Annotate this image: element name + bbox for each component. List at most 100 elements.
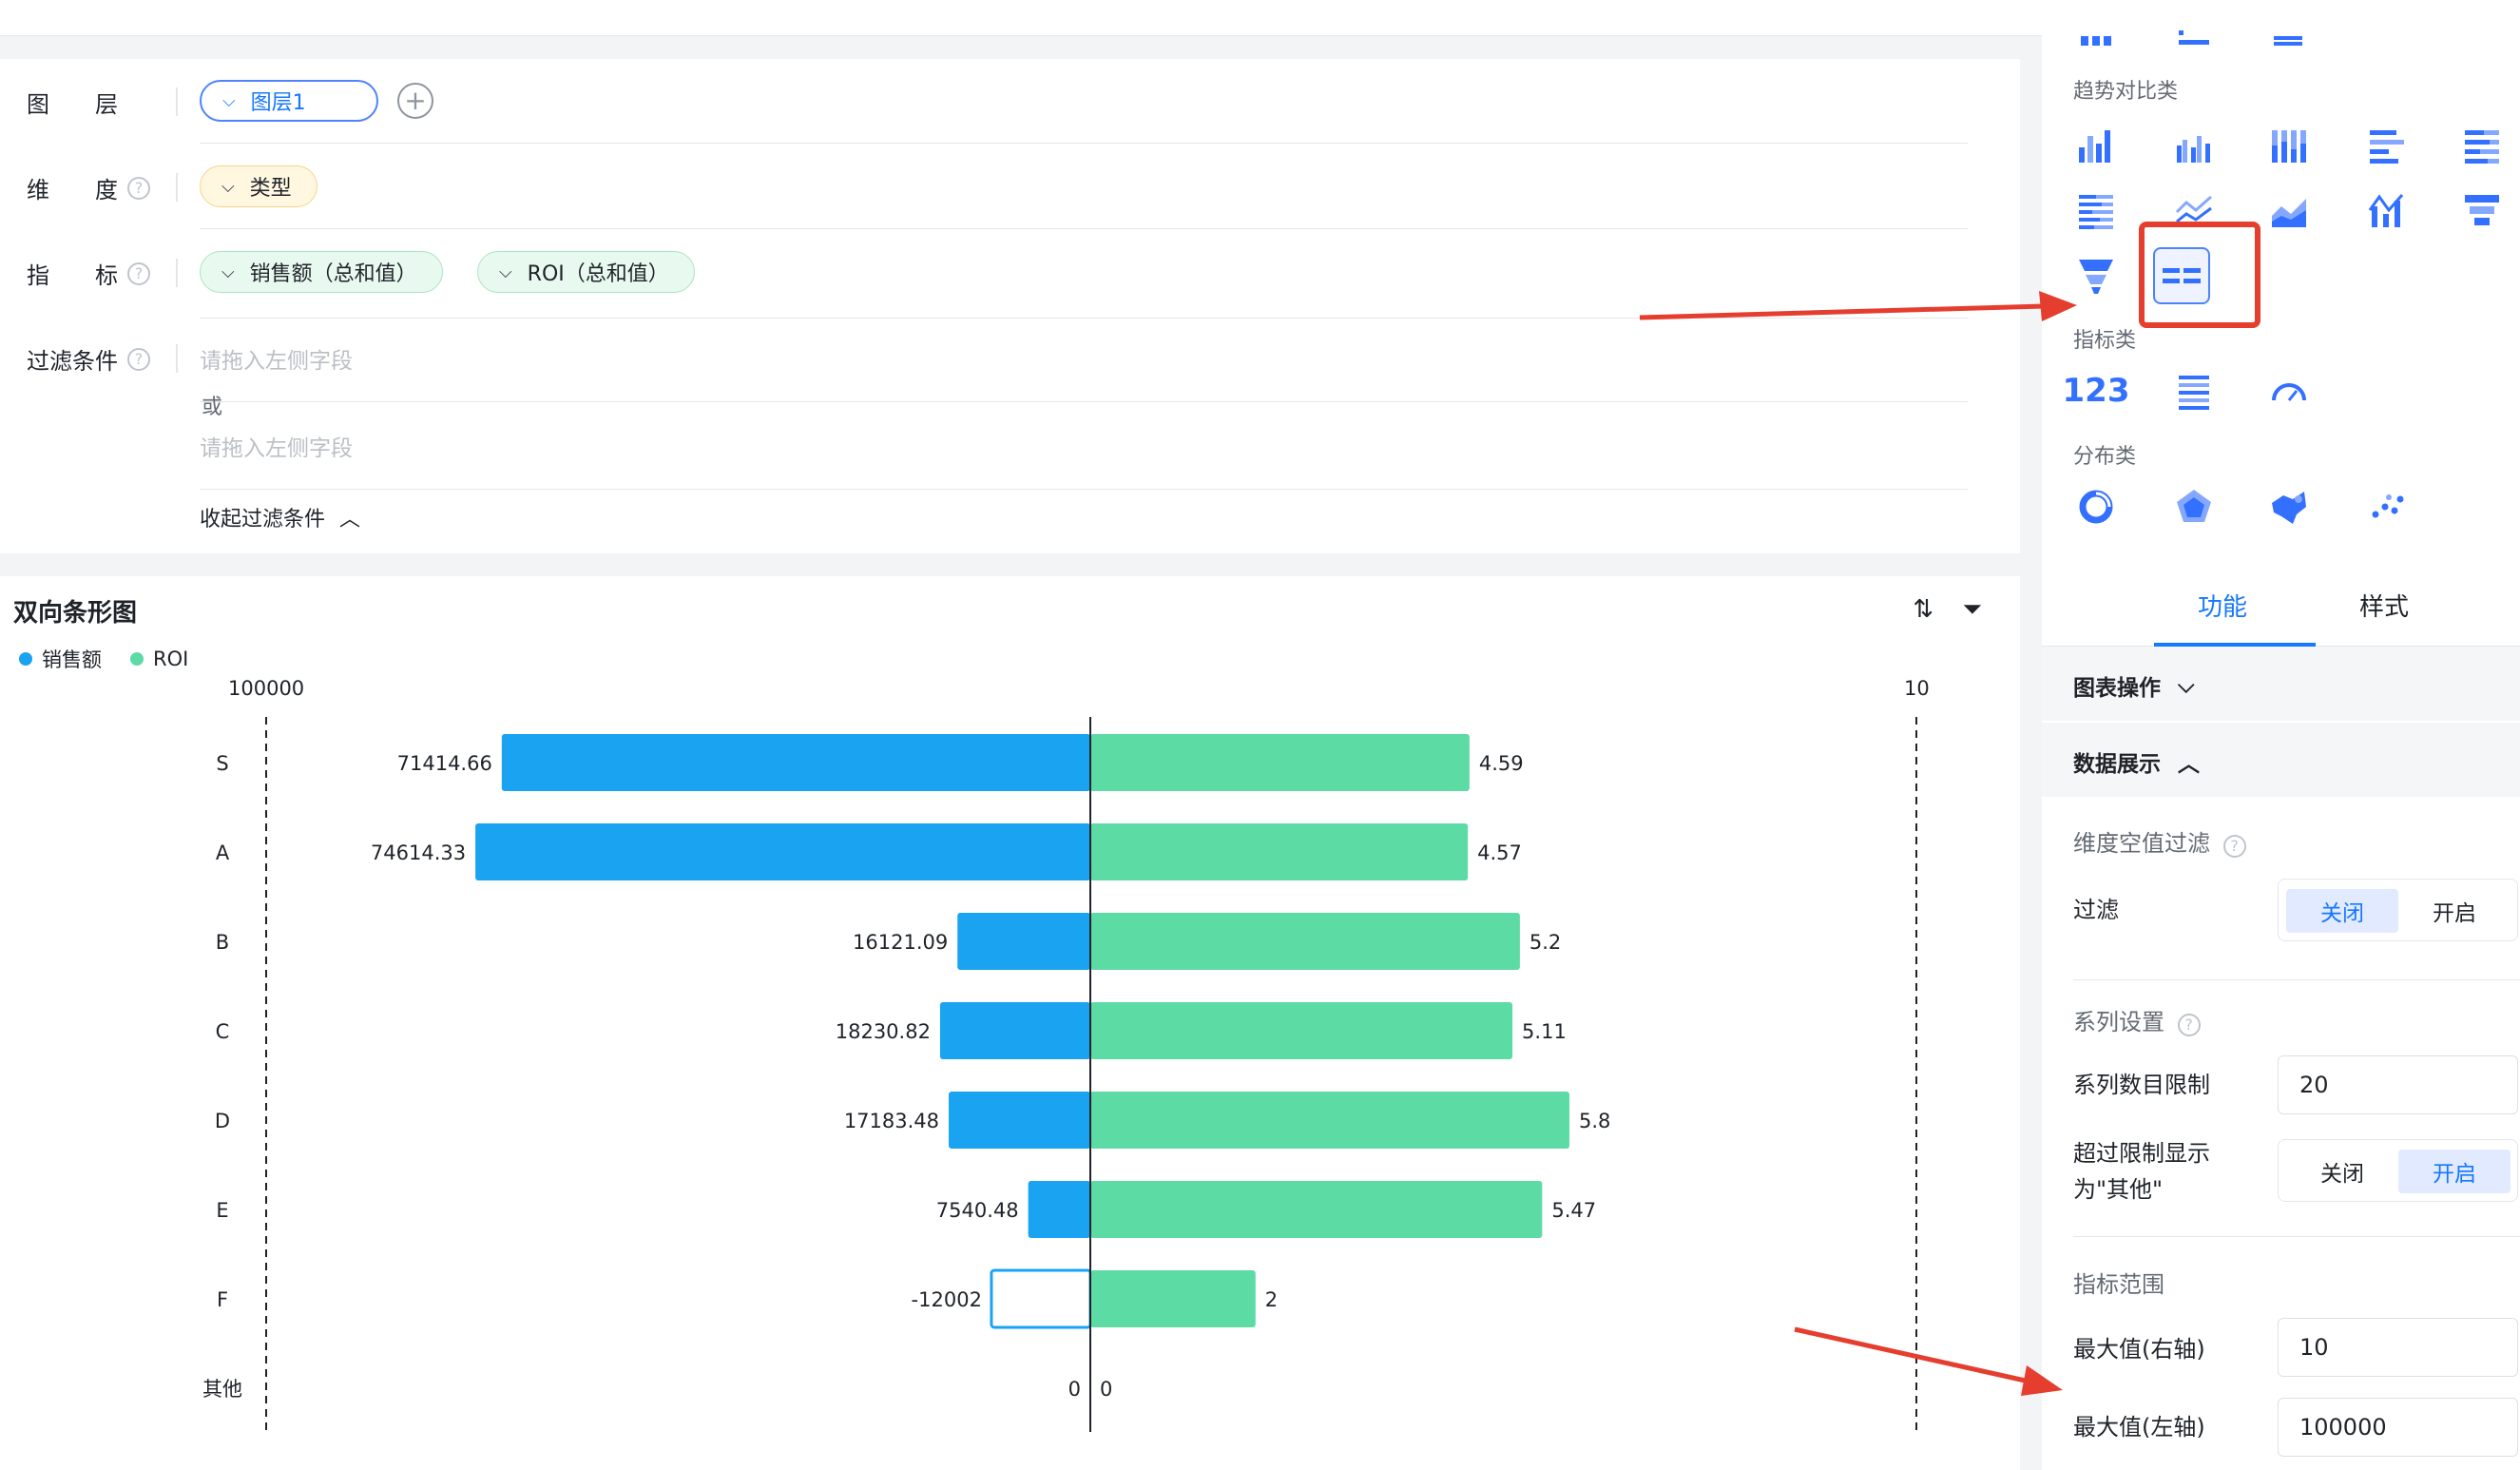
divider [176, 344, 178, 373]
category-label: E [216, 1199, 228, 1222]
series-settings-title: 系列设置 ? [2073, 1004, 2201, 1040]
tab-style[interactable]: 样式 [2359, 588, 2409, 623]
data-label-sales: 0 [1068, 1378, 1081, 1401]
max-right-label: 最大值(右轴) [2073, 1336, 2205, 1363]
over-limit-off-option[interactable]: 关闭 [2286, 1150, 2398, 1193]
over-limit-label-line1: 超过限制显示 [2073, 1140, 2210, 1167]
filter-off-option[interactable]: 关闭 [2286, 889, 2398, 933]
data-label-roi: 5.2 [1529, 931, 1561, 954]
layer-label: 图 层 [27, 91, 118, 118]
tab-function[interactable]: 功能 [2198, 588, 2247, 623]
data-label-sales: 16121.09 [853, 931, 948, 954]
donut-chart-icon[interactable] [2068, 481, 2125, 532]
add-layer-icon[interactable]: + [397, 83, 433, 119]
bidirectional-bar-icon[interactable] [2153, 247, 2210, 304]
bar-roi [1090, 823, 1469, 880]
data-label-sales: 74614.33 [371, 841, 466, 864]
filter-drop-zone-1[interactable]: 请拖入左侧字段 [200, 342, 353, 375]
layer-select[interactable]: ⌵ 图层1 [200, 80, 378, 122]
ranking-list-icon[interactable] [2165, 365, 2222, 416]
filter-label: 过滤条件 ? [27, 342, 150, 376]
data-label-roi: 2 [1265, 1288, 1278, 1311]
filter-on-option[interactable]: 开启 [2398, 889, 2510, 933]
category-label: S [216, 752, 228, 775]
dim-null-filter-title: 维度空值过滤 ? [2073, 825, 2246, 861]
metric-pill-roi[interactable]: ⌵ ROI（总和值） [477, 251, 695, 293]
series-limit-input[interactable]: 20 [2278, 1055, 2518, 1114]
filter-drop-zone-2[interactable]: 请拖入左侧字段 [200, 430, 353, 462]
chevron-up-icon: ︿ [339, 508, 361, 532]
chart-type-icon[interactable] [2260, 10, 2318, 48]
over-limit-on-option[interactable]: 开启 [2398, 1150, 2510, 1193]
divider [2073, 979, 2520, 980]
data-label-sales: 17183.48 [844, 1110, 939, 1132]
max-right-input[interactable]: 10 [2278, 1318, 2518, 1377]
max-left-label: 最大值(左轴) [2073, 1414, 2205, 1441]
stacked-column-icon[interactable] [2260, 120, 2318, 171]
dimension-pill[interactable]: ⌵ 类型 [200, 165, 317, 207]
combo-chart-icon[interactable] [2358, 184, 2415, 236]
data-display-header[interactable]: 数据展示 ︿ [2042, 723, 2520, 797]
number-card-icon[interactable]: 123 [2063, 365, 2130, 416]
over-limit-label-line2: 为"其他" [2073, 1176, 2164, 1203]
help-icon[interactable]: ? [127, 176, 150, 200]
help-icon[interactable]: ? [127, 347, 150, 371]
bar-sales [939, 1002, 1090, 1059]
max-left-input[interactable]: 100000 [2278, 1398, 2518, 1457]
percent-bar-icon[interactable] [2068, 184, 2125, 236]
data-label-roi: 5.8 [1579, 1110, 1610, 1132]
column-chart-icon[interactable] [2068, 120, 2125, 171]
row-divider [200, 228, 1968, 229]
bar-roi [1090, 1092, 1570, 1149]
data-label-roi: 4.57 [1477, 841, 1522, 864]
grouped-column-icon[interactable] [2165, 120, 2222, 171]
chart-type-icon[interactable] [2165, 10, 2222, 48]
row-divider [200, 318, 1968, 319]
category-label: D [215, 1110, 230, 1132]
help-icon[interactable]: ? [2177, 1014, 2201, 1036]
divider [2073, 1236, 2520, 1237]
chart-ops-header[interactable]: 图表操作 ⌵ [2042, 647, 2520, 721]
filter-or-text: 或 [202, 396, 223, 419]
funnel-chart-icon[interactable] [2453, 184, 2510, 236]
data-label-roi: 0 [1100, 1378, 1112, 1401]
chevron-down-icon: ⌵ [222, 90, 236, 111]
bar-roi [1090, 1181, 1543, 1238]
bar-roi [1090, 1270, 1256, 1327]
gauge-chart-icon[interactable] [2260, 365, 2318, 416]
bar-sales [475, 823, 1090, 880]
area-chart-icon[interactable] [2260, 184, 2318, 236]
chevron-down-icon: ⌵ [2178, 673, 2195, 698]
bar-chart-icon[interactable] [2358, 120, 2415, 171]
funnel-alt-icon[interactable] [2068, 249, 2125, 300]
trend-section-title: 趋势对比类 [2073, 80, 2179, 104]
chart-type-icon[interactable] [2068, 10, 2125, 48]
bar-sales [949, 1092, 1090, 1149]
collapse-filter-link[interactable]: 收起过滤条件 ︿ [200, 502, 360, 532]
category-label: C [216, 1020, 230, 1043]
help-icon[interactable]: ? [127, 261, 150, 285]
stacked-bar-icon[interactable] [2453, 120, 2510, 171]
data-label-sales: 18230.82 [836, 1020, 931, 1043]
radar-chart-icon[interactable] [2165, 481, 2222, 532]
chart-card: 双向条形图 ⇅ ⏷ 销售额 ROI 100000 10 S 71414.66 4.5… [0, 576, 2020, 1470]
category-label: 其他 [202, 1378, 242, 1401]
data-label-sales: 71414.66 [397, 752, 492, 775]
distribution-section-title: 分布类 [2073, 445, 2137, 469]
data-label-roi: 5.47 [1551, 1199, 1596, 1222]
chevron-down-icon: ⌵ [499, 261, 512, 282]
scatter-chart-icon[interactable] [2358, 481, 2415, 532]
help-icon[interactable]: ? [2222, 835, 2246, 858]
bar-roi [1090, 1002, 1513, 1059]
bar-sales [957, 913, 1090, 970]
bar-roi [1090, 734, 1470, 791]
category-label: A [216, 841, 230, 864]
row-divider [200, 489, 1968, 490]
divider [176, 87, 178, 116]
map-chart-icon[interactable] [2260, 481, 2318, 532]
metric-pill-sales[interactable]: ⌵ 销售额（总和值） [200, 251, 443, 293]
chevron-down-icon: ⌵ [221, 261, 235, 282]
filter-toggle: 关闭 开启 [2278, 879, 2518, 941]
metric-label: 指 标 ? [27, 257, 150, 290]
config-panel: 图 层 ⌵ 图层1 + 维 度 ? ⌵ 类型 指 标 ? ⌵ 销售额（总和值） … [0, 59, 2020, 553]
